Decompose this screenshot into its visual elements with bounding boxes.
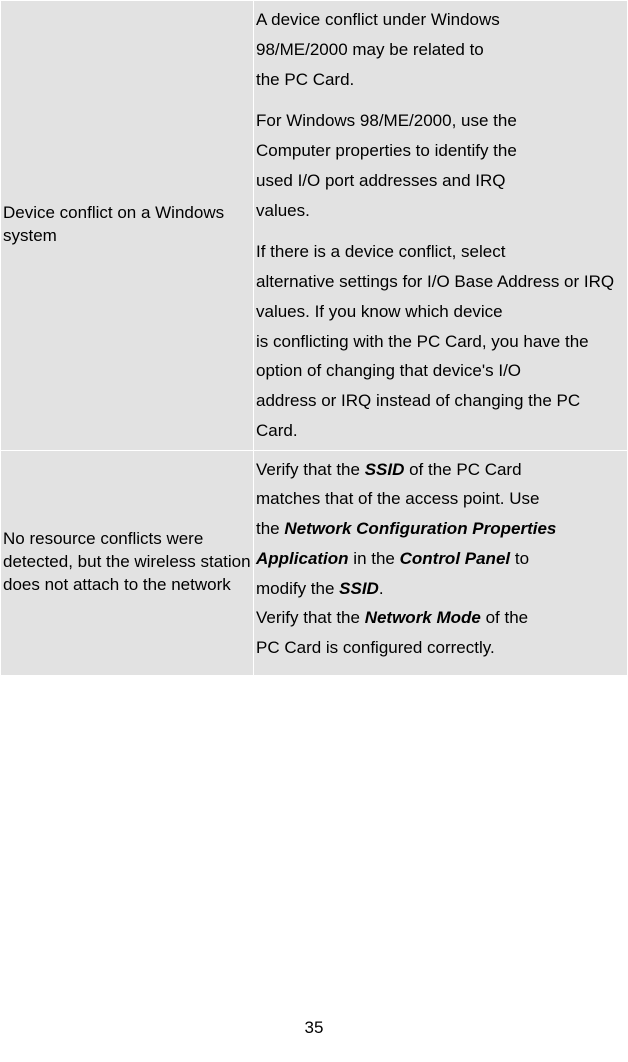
spacer: [256, 94, 625, 106]
text-line: is conflicting with the PC Card, you hav…: [256, 327, 625, 387]
row-content: Verify that the SSID of the PC Card matc…: [254, 450, 628, 675]
text-line: used I/O port addresses and IRQ: [256, 166, 625, 196]
text-segment: modify the: [256, 579, 339, 598]
emphasis-control-panel: Control Panel: [400, 549, 511, 568]
emphasis-application: Application: [256, 549, 349, 568]
emphasis-ssid: SSID: [365, 460, 405, 479]
text-segment: .: [379, 579, 384, 598]
text-segment: Verify that the: [256, 608, 365, 627]
table-row: Device conflict on a Windows system A de…: [1, 1, 628, 451]
row-label: Device conflict on a Windows system: [1, 1, 254, 451]
text-line: Computer properties to identify the: [256, 136, 625, 166]
page-number: 35: [0, 1018, 628, 1038]
text-line: For Windows 98/ME/2000, use the: [256, 106, 625, 136]
text-segment: of the: [481, 608, 528, 627]
text-segment: Verify that the: [256, 460, 365, 479]
text-line: Verify that the SSID of the PC Card: [256, 455, 625, 485]
table-row: No resource conflicts were detected, but…: [1, 450, 628, 675]
text-line: modify the SSID.: [256, 574, 625, 604]
text-segment: the: [256, 519, 284, 538]
emphasis-ssid: SSID: [339, 579, 379, 598]
text-line: the Network Configuration Properties: [256, 514, 625, 544]
text-line: address or IRQ instead of changing the P…: [256, 386, 625, 446]
text-line: the PC Card.: [256, 65, 625, 95]
emphasis-network-mode: Network Mode: [365, 608, 481, 627]
text-line: A device conflict under Windows: [256, 5, 625, 35]
emphasis-network-config: Network Configuration Properties: [284, 519, 556, 538]
text-segment: of the PC Card: [404, 460, 521, 479]
text-line: alternative settings for I/O Base Addres…: [256, 267, 625, 327]
text-line: If there is a device conflict, select: [256, 237, 625, 267]
spacer: [256, 225, 625, 237]
row-label: No resource conflicts were detected, but…: [1, 450, 254, 675]
text-segment: in the: [349, 549, 400, 568]
text-line: 98/ME/2000 may be related to: [256, 35, 625, 65]
troubleshooting-table: Device conflict on a Windows system A de…: [0, 0, 628, 676]
text-line: Verify that the Network Mode of the: [256, 603, 625, 633]
row-content: A device conflict under Windows 98/ME/20…: [254, 1, 628, 451]
text-line: Application in the Control Panel to: [256, 544, 625, 574]
text-line: matches that of the access point. Use: [256, 484, 625, 514]
text-segment: to: [510, 549, 529, 568]
text-line: PC Card is configured correctly.: [256, 633, 625, 663]
text-line: values.: [256, 196, 625, 226]
